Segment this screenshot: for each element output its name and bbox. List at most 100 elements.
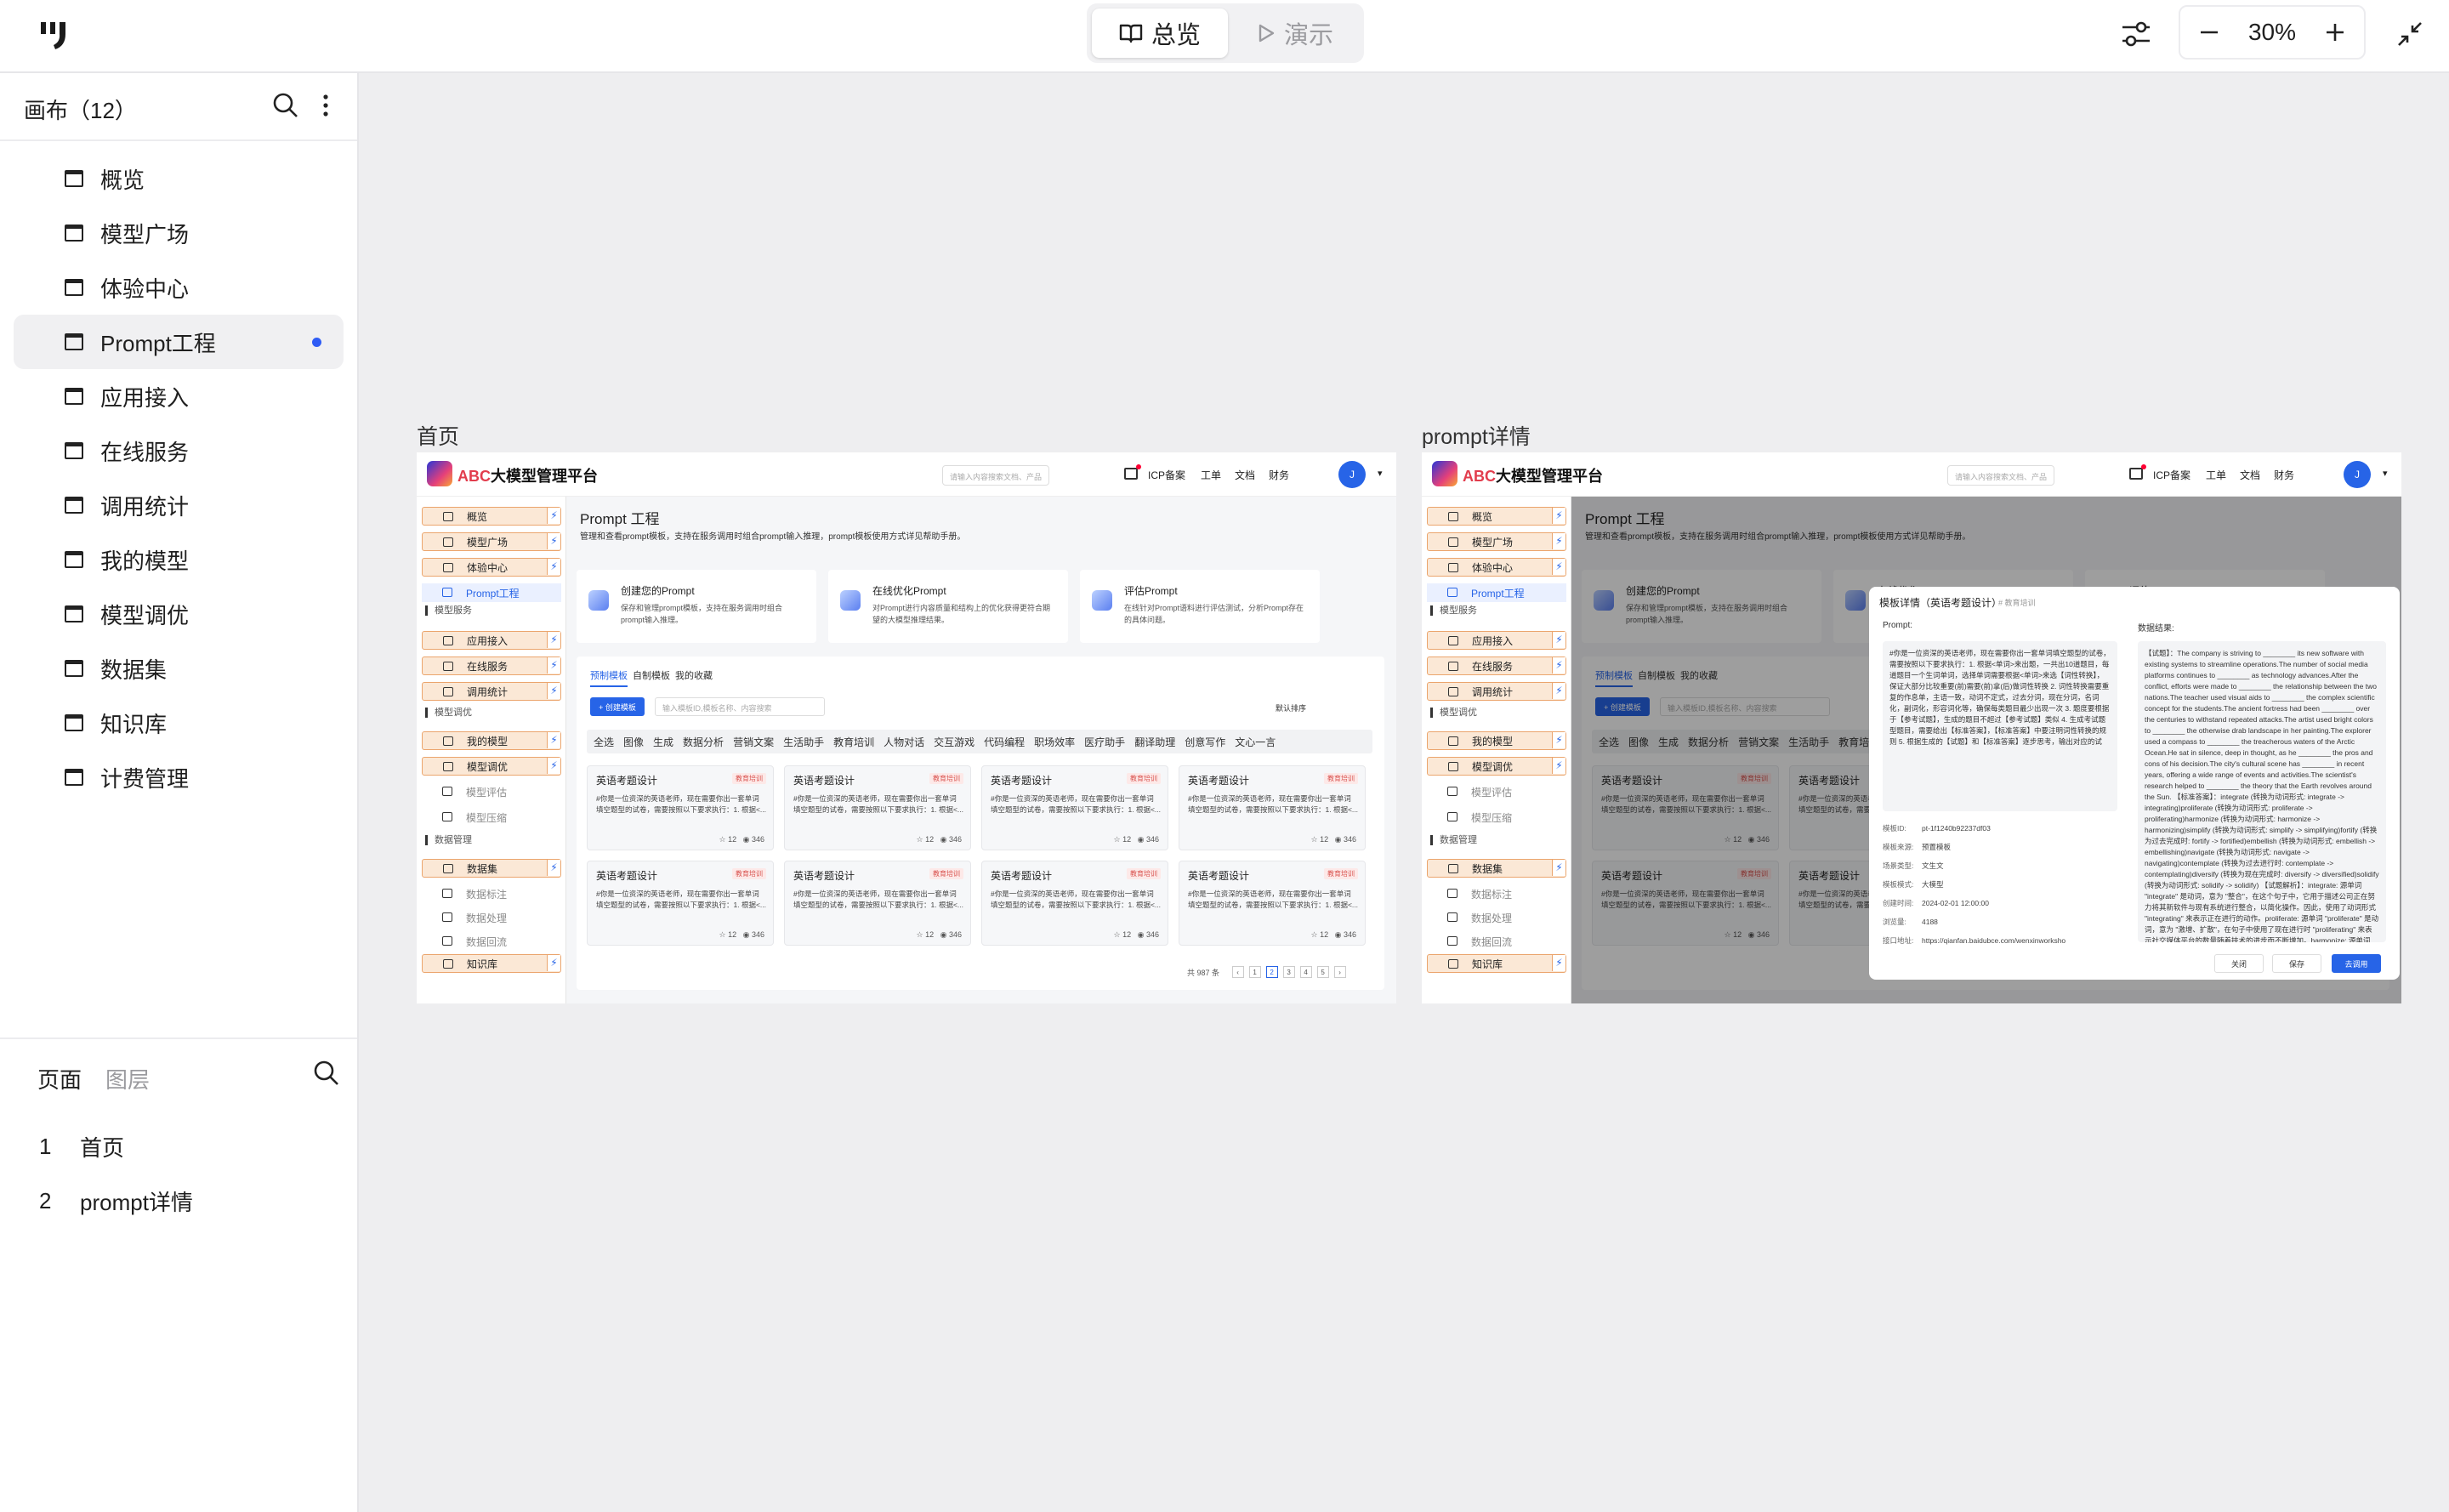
mock-feature-card[interactable]: 评估Prompt 在线针对Prompt语料进行评估测试，分析Prompt存在的具体… bbox=[1080, 570, 1320, 643]
mock-menu-item[interactable]: 概览 ⚡ bbox=[422, 507, 561, 526]
mock-search-input[interactable]: 请输入内容搜索文档、产品 bbox=[942, 465, 1049, 486]
mock-nav-item[interactable]: 财务 bbox=[1269, 468, 1289, 482]
collapse-fullscreen-icon[interactable] bbox=[2391, 15, 2429, 53]
mock-menu-item[interactable]: 数据集 ⚡ bbox=[1427, 859, 1566, 878]
template-card[interactable]: 英语考题设计 教育培训 #你是一位资深的英语老师，现在需要你出一套单词填空题型的试卷… bbox=[981, 861, 1168, 946]
mock-menu-item[interactable]: 知识库 ⚡ bbox=[422, 954, 561, 973]
canvas-item[interactable]: Prompt工程 bbox=[14, 315, 344, 369]
mock-menu-item[interactable]: 模型评估 bbox=[422, 782, 561, 801]
template-card[interactable]: 英语考题设计 教育培训 #你是一位资深的英语老师，现在需要你出一套单词填空题型的试卷… bbox=[981, 765, 1168, 850]
mock-menu-item[interactable]: 知识库 ⚡ bbox=[1427, 954, 1566, 973]
mock-menu-item[interactable]: 数据回流 bbox=[422, 932, 561, 951]
mock-menu-item[interactable]: 数据处理 bbox=[1427, 908, 1566, 927]
category-chip[interactable]: 生成 bbox=[653, 735, 673, 749]
chevron-down-icon[interactable]: ▾ bbox=[2383, 468, 2388, 479]
mock-menu-item[interactable]: 模型广场 ⚡ bbox=[1427, 532, 1566, 551]
mock-menu-item[interactable]: 模型调优 ⚡ bbox=[422, 757, 561, 776]
mock-menu-item[interactable]: 模型评估 bbox=[1427, 782, 1566, 801]
tab-pages[interactable]: 页面 bbox=[37, 1063, 82, 1094]
page-button[interactable]: 3 bbox=[1282, 966, 1295, 978]
mock-menu-item[interactable]: 在线服务 ⚡ bbox=[1427, 657, 1566, 675]
category-chip[interactable]: 生活助手 bbox=[783, 735, 824, 749]
mock-nav-item[interactable]: 文档 bbox=[1235, 468, 1255, 482]
category-chip[interactable]: 数据分析 bbox=[683, 735, 724, 749]
mock-menu-item[interactable]: 调用统计 ⚡ bbox=[1427, 682, 1566, 701]
mock-menu-item[interactable]: 体验中心 ⚡ bbox=[422, 558, 561, 577]
app-logo-icon[interactable] bbox=[37, 19, 71, 53]
search-icon[interactable] bbox=[270, 90, 301, 121]
canvas-item[interactable]: 在线服务 bbox=[14, 423, 344, 478]
mock-menu-item[interactable]: 模型广场 ⚡ bbox=[422, 532, 561, 551]
mock-menu-item[interactable]: 在线服务 ⚡ bbox=[422, 657, 561, 675]
category-chip[interactable]: 医疗助手 bbox=[1084, 735, 1125, 749]
canvas-item[interactable]: 我的模型 bbox=[14, 532, 344, 587]
artboard-label-prompt-detail[interactable]: prompt详情 bbox=[1422, 420, 1531, 451]
mock-tab[interactable]: 我的收藏 bbox=[675, 668, 713, 682]
next-page-button[interactable]: › bbox=[1333, 966, 1346, 978]
category-chip[interactable]: 交互游戏 bbox=[934, 735, 974, 749]
category-chip[interactable]: 全选 bbox=[594, 735, 614, 749]
mock-tab[interactable]: 自制模板 bbox=[633, 668, 670, 682]
message-icon[interactable] bbox=[1124, 464, 1141, 480]
category-chip[interactable]: 图像 bbox=[623, 735, 644, 749]
close-button[interactable]: 关闭 bbox=[2214, 954, 2264, 973]
artboard-prompt-detail[interactable]: ABC大模型管理平台 请输入内容搜索文档、产品 ICP备案 工单 文档 财务 J ▾ 概览 ⚡ 模型… bbox=[1422, 452, 2401, 1003]
category-chip[interactable]: 创意写作 bbox=[1185, 735, 1225, 749]
save-button[interactable]: 保存 bbox=[2272, 954, 2321, 973]
avatar[interactable]: J bbox=[2344, 461, 2371, 488]
message-icon[interactable] bbox=[2129, 464, 2146, 480]
template-card[interactable]: 英语考题设计 教育培训 #你是一位资深的英语老师，现在需要你出一套单词填空题型的试卷… bbox=[784, 765, 971, 850]
canvas-item[interactable]: 模型调优 bbox=[14, 587, 344, 641]
mock-menu-item[interactable]: Prompt工程 bbox=[1427, 583, 1566, 602]
avatar[interactable]: J bbox=[1338, 461, 1366, 488]
create-template-button[interactable]: + 创建模板 bbox=[590, 697, 645, 716]
mock-menu-item[interactable]: 模型压缩 bbox=[422, 808, 561, 827]
page-button[interactable]: 1 bbox=[1248, 966, 1261, 978]
tab-layers[interactable]: 图层 bbox=[105, 1063, 150, 1094]
page-button[interactable]: 5 bbox=[1316, 966, 1329, 978]
canvas-item[interactable]: 调用统计 bbox=[14, 478, 344, 532]
mock-search-input[interactable]: 请输入内容搜索文档、产品 bbox=[1947, 465, 2054, 486]
category-chip[interactable]: 翻译助理 bbox=[1134, 735, 1175, 749]
mock-feature-card[interactable]: 创建您的Prompt 保存和管理prompt模板，支持在服务调用时组合prompt… bbox=[577, 570, 816, 643]
template-card[interactable]: 英语考题设计 教育培训 #你是一位资深的英语老师，现在需要你出一套单词填空题型的试卷… bbox=[1179, 765, 1366, 850]
template-card[interactable]: 英语考题设计 教育培训 #你是一位资深的英语老师，现在需要你出一套单词填空题型的试卷… bbox=[587, 861, 774, 946]
artboard-home[interactable]: ABC大模型管理平台 请输入内容搜索文档、产品 ICP备案 工单 文档 财务 J ▾ 概览 ⚡ 模型… bbox=[417, 452, 1396, 1003]
page-item[interactable]: 1 首页 bbox=[0, 1119, 357, 1174]
canvas-item[interactable]: 计费管理 bbox=[14, 750, 344, 804]
canvas-item[interactable]: 知识库 bbox=[14, 696, 344, 750]
artboard-label-home[interactable]: 首页 bbox=[417, 420, 459, 451]
canvas-item[interactable]: 应用接入 bbox=[14, 369, 344, 423]
mock-menu-item[interactable]: 模型压缩 bbox=[1427, 808, 1566, 827]
prev-page-button[interactable]: ‹ bbox=[1231, 966, 1244, 978]
mock-menu-item[interactable]: 我的模型 ⚡ bbox=[1427, 731, 1566, 750]
category-chip[interactable]: 人物对话 bbox=[884, 735, 924, 749]
category-chip[interactable]: 营销文案 bbox=[733, 735, 774, 749]
page-button[interactable]: 2 bbox=[1265, 966, 1278, 978]
category-chip[interactable]: 代码编程 bbox=[984, 735, 1025, 749]
mock-nav-item[interactable]: ICP备案 bbox=[1148, 468, 1185, 482]
more-vertical-icon[interactable] bbox=[313, 90, 338, 121]
sort-dropdown[interactable]: 默认排序 bbox=[1276, 702, 1306, 713]
zoom-in-button[interactable] bbox=[2320, 17, 2350, 48]
template-card[interactable]: 英语考题设计 教育培训 #你是一位资深的英语老师，现在需要你出一套单词填空题型的试卷… bbox=[587, 765, 774, 850]
mock-menu-item[interactable]: 概览 ⚡ bbox=[1427, 507, 1566, 526]
category-chip[interactable]: 教育培训 bbox=[833, 735, 874, 749]
modal-overlay[interactable]: 模板详情（英语考题设计） # 教育培训 Prompt: #你是一位资深的英语老师，现在… bbox=[1571, 497, 2401, 1003]
page-button[interactable]: 4 bbox=[1299, 966, 1312, 978]
mock-nav-item[interactable]: 文档 bbox=[2240, 468, 2260, 482]
mock-menu-item[interactable]: 应用接入 ⚡ bbox=[1427, 631, 1566, 650]
mock-feature-card[interactable]: 在线优化Prompt 对Prompt进行内容质量和结构上的优化获得更符合期望的大模… bbox=[828, 570, 1068, 643]
template-card[interactable]: 英语考题设计 教育培训 #你是一位资深的英语老师，现在需要你出一套单词填空题型的试卷… bbox=[784, 861, 971, 946]
mock-nav-item[interactable]: 财务 bbox=[2274, 468, 2294, 482]
canvas-item[interactable]: 数据集 bbox=[14, 641, 344, 696]
category-chip[interactable]: 职场效率 bbox=[1034, 735, 1075, 749]
overview-mode-button[interactable]: 总览 bbox=[1092, 9, 1228, 58]
canvas-item[interactable]: 概览 bbox=[14, 151, 344, 206]
mock-menu-item[interactable]: Prompt工程 bbox=[422, 583, 561, 602]
mock-menu-item[interactable]: 应用接入 ⚡ bbox=[422, 631, 561, 650]
mock-tab[interactable]: 预制模板 bbox=[590, 668, 628, 687]
canvas-item[interactable]: 体验中心 bbox=[14, 260, 344, 315]
present-mode-button[interactable]: 演示 bbox=[1231, 9, 1359, 58]
mock-menu-item[interactable]: 数据标注 bbox=[422, 884, 561, 903]
